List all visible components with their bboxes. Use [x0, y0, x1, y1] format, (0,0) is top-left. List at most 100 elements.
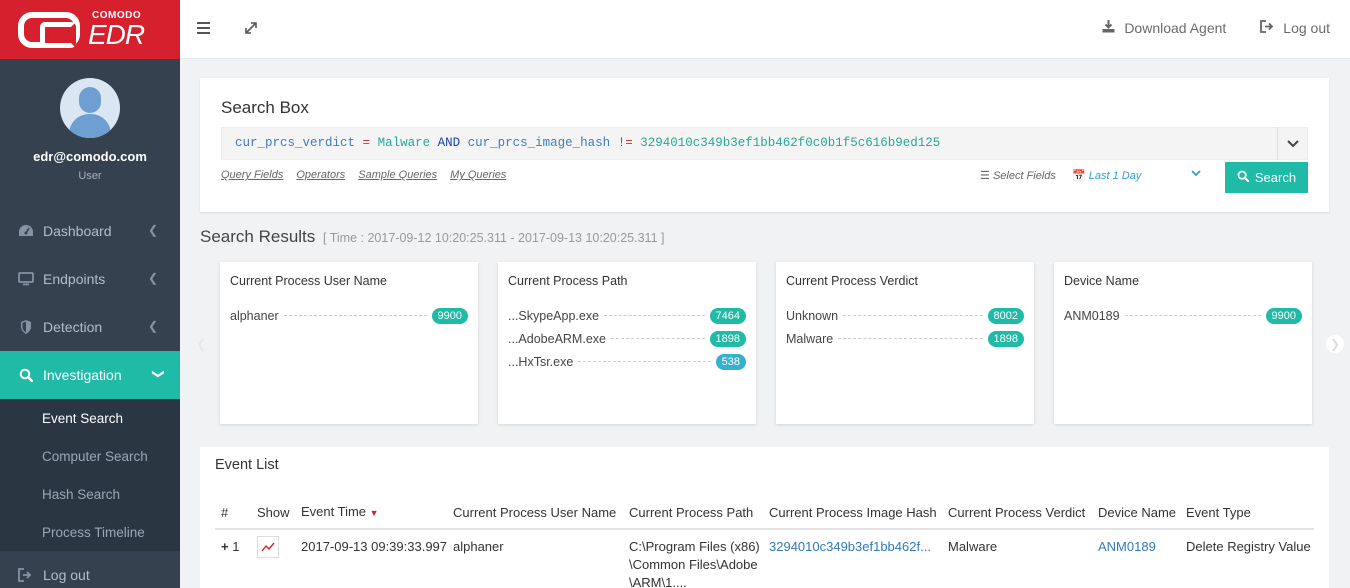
col-header-process-path[interactable]: Current Process Path [623, 487, 763, 530]
query-input[interactable]: cur_prcs_verdict = Malware AND cur_prcs_… [221, 127, 1308, 160]
sidebar-logout-label: Log out [43, 567, 90, 583]
col-header-user-name[interactable]: Current Process User Name [447, 487, 623, 530]
calendar-icon: 📅 [1072, 170, 1086, 182]
operators-link[interactable]: Operators [296, 169, 345, 181]
fullscreen-icon[interactable] [244, 21, 260, 37]
comodo-logo-icon [18, 11, 80, 48]
sort-desc-icon: ▼ [369, 508, 379, 518]
sidebar-item-label: Detection [43, 319, 103, 335]
sidebar: COMODO EDR edr@comodo.com User Dashboard… [0, 0, 180, 588]
event-table: # Show Event Time ▼ Current Process User… [215, 487, 1314, 588]
result-row[interactable]: ...AdobeARM.exe 1898 [508, 327, 746, 350]
col-header-event-type[interactable]: Event Type [1180, 487, 1314, 530]
sidebar-item-endpoints[interactable]: Endpoints ❮ [0, 255, 180, 303]
show-chart-icon[interactable] [257, 536, 279, 558]
top-bar: Download Agent Log out [180, 0, 1350, 59]
result-card-process-path: Current Process Path ...SkypeApp.exe 746… [498, 262, 756, 424]
logout-icon [18, 567, 34, 583]
select-fields-button[interactable]: ☰ Select Fields [980, 169, 1056, 182]
user-name-cell: alphaner [453, 539, 504, 554]
result-card-user-name: Current Process User Name alphaner 9900 [220, 262, 478, 424]
sidebar-item-dashboard[interactable]: Dashboard ❮ [0, 207, 180, 255]
columns-icon: ☰ [980, 170, 990, 182]
col-header-verdict[interactable]: Current Process Verdict [942, 487, 1092, 530]
logout-link[interactable]: Log out [1260, 20, 1330, 36]
verdict-cell: Malware [948, 539, 998, 554]
result-card-device-name: Device Name ANM0189 9900 [1054, 262, 1312, 424]
sidebar-subitem-process-timeline[interactable]: Process Timeline [0, 513, 180, 551]
table-row[interactable]: + 1 2017-09-13 09:39:33.997 alphaner C:\… [215, 529, 1314, 588]
time-range-select[interactable]: 📅 Last 1 Day [1072, 169, 1141, 182]
sidebar-subitem-event-search[interactable]: Event Search [0, 399, 180, 437]
result-row[interactable]: alphaner 9900 [230, 304, 468, 327]
image-hash-link[interactable]: 3294010c349b3ef1bb462f... [763, 529, 942, 588]
count-badge: 1898 [987, 330, 1024, 347]
result-row[interactable]: ...HxTsr.exe 538 [508, 350, 746, 373]
count-badge: 1898 [709, 330, 746, 347]
col-header-number: # [215, 487, 251, 530]
download-icon [1102, 20, 1115, 36]
search-box-panel: Search Box cur_prcs_verdict = Malware AN… [200, 78, 1329, 212]
chevron-left-icon: ❮ [147, 271, 158, 285]
sample-queries-link[interactable]: Sample Queries [358, 169, 437, 181]
query-expand-chevron-icon[interactable] [1277, 127, 1307, 160]
result-row[interactable]: Malware 1898 [786, 327, 1024, 350]
result-row[interactable]: Unknown 8002 [786, 304, 1024, 327]
row-number: 1 [232, 539, 240, 554]
search-results-title: Search Results [ Time : 2017-09-12 10:20… [200, 227, 665, 246]
investigation-submenu: Event Search Computer Search Hash Search… [0, 399, 180, 551]
download-agent-link[interactable]: Download Agent [1102, 20, 1226, 36]
sidebar-item-label: Investigation [43, 367, 122, 383]
process-path-cell: C:\Program Files (x86)\Common Files\Adob… [629, 539, 760, 588]
result-row[interactable]: ANM0189 9900 [1064, 304, 1302, 327]
search-button[interactable]: Search [1225, 162, 1308, 193]
result-row[interactable]: ...SkypeApp.exe 7464 [508, 304, 746, 327]
col-header-event-time[interactable]: Event Time ▼ [295, 487, 447, 530]
count-badge: 7464 [709, 307, 746, 324]
brand-big: EDR [88, 18, 145, 50]
brand-logo[interactable]: COMODO EDR [0, 0, 180, 59]
carousel-prev-icon[interactable]: ❮ [196, 337, 206, 351]
event-list-panel: Event List # Show Event Time ▼ Current P… [200, 447, 1329, 588]
shield-icon [18, 319, 34, 335]
logout-icon [1260, 20, 1274, 36]
count-badge: 9900 [431, 307, 468, 324]
col-header-device-name[interactable]: Device Name [1092, 487, 1180, 530]
search-icon [1237, 170, 1250, 185]
sidebar-item-label: Dashboard [43, 223, 112, 239]
result-card-verdict: Current Process Verdict Unknown 8002 Mal… [776, 262, 1034, 424]
time-range-chevron-icon[interactable] [1191, 166, 1201, 180]
sidebar-item-detection[interactable]: Detection ❮ [0, 303, 180, 351]
count-badge: 538 [715, 353, 746, 370]
sidebar-subitem-hash-search[interactable]: Hash Search [0, 475, 180, 513]
count-badge: 8002 [987, 307, 1024, 324]
search-icon [18, 367, 34, 383]
menu-toggle-icon[interactable] [197, 22, 210, 34]
device-name-link[interactable]: ANM0189 [1092, 529, 1180, 588]
col-header-show: Show [251, 487, 295, 530]
dashboard-icon [18, 223, 34, 239]
user-role: User [78, 170, 102, 182]
sidebar-logout[interactable]: Log out [0, 551, 180, 588]
query-helper-links: Query Fields Operators Sample Queries My… [221, 169, 519, 181]
search-box-title: Search Box [221, 98, 309, 117]
col-header-image-hash[interactable]: Current Process Image Hash [763, 487, 942, 530]
expand-row-icon[interactable]: + [221, 539, 229, 554]
sidebar-item-investigation[interactable]: Investigation ❮ [0, 351, 180, 399]
chevron-left-icon: ❮ [147, 223, 158, 237]
event-list-title: Event List [215, 457, 279, 473]
results-time-range: [ Time : 2017-09-12 10:20:25.311 - 2017-… [323, 231, 665, 245]
user-email: edr@comodo.com [33, 149, 147, 164]
monitor-icon [18, 271, 34, 287]
query-fields-link[interactable]: Query Fields [221, 169, 283, 181]
avatar [60, 78, 120, 138]
user-profile: edr@comodo.com User [0, 59, 180, 207]
event-type-cell: Delete Registry Value [1186, 539, 1311, 554]
sidebar-subitem-computer-search[interactable]: Computer Search [0, 437, 180, 475]
chevron-left-icon: ❮ [147, 319, 158, 333]
chevron-down-icon: ❮ [149, 368, 164, 380]
my-queries-link[interactable]: My Queries [450, 169, 506, 181]
event-time-cell: 2017-09-13 09:39:33.997 [301, 539, 448, 554]
carousel-next-icon[interactable]: ❯ [1326, 335, 1344, 353]
count-badge: 9900 [1265, 307, 1302, 324]
